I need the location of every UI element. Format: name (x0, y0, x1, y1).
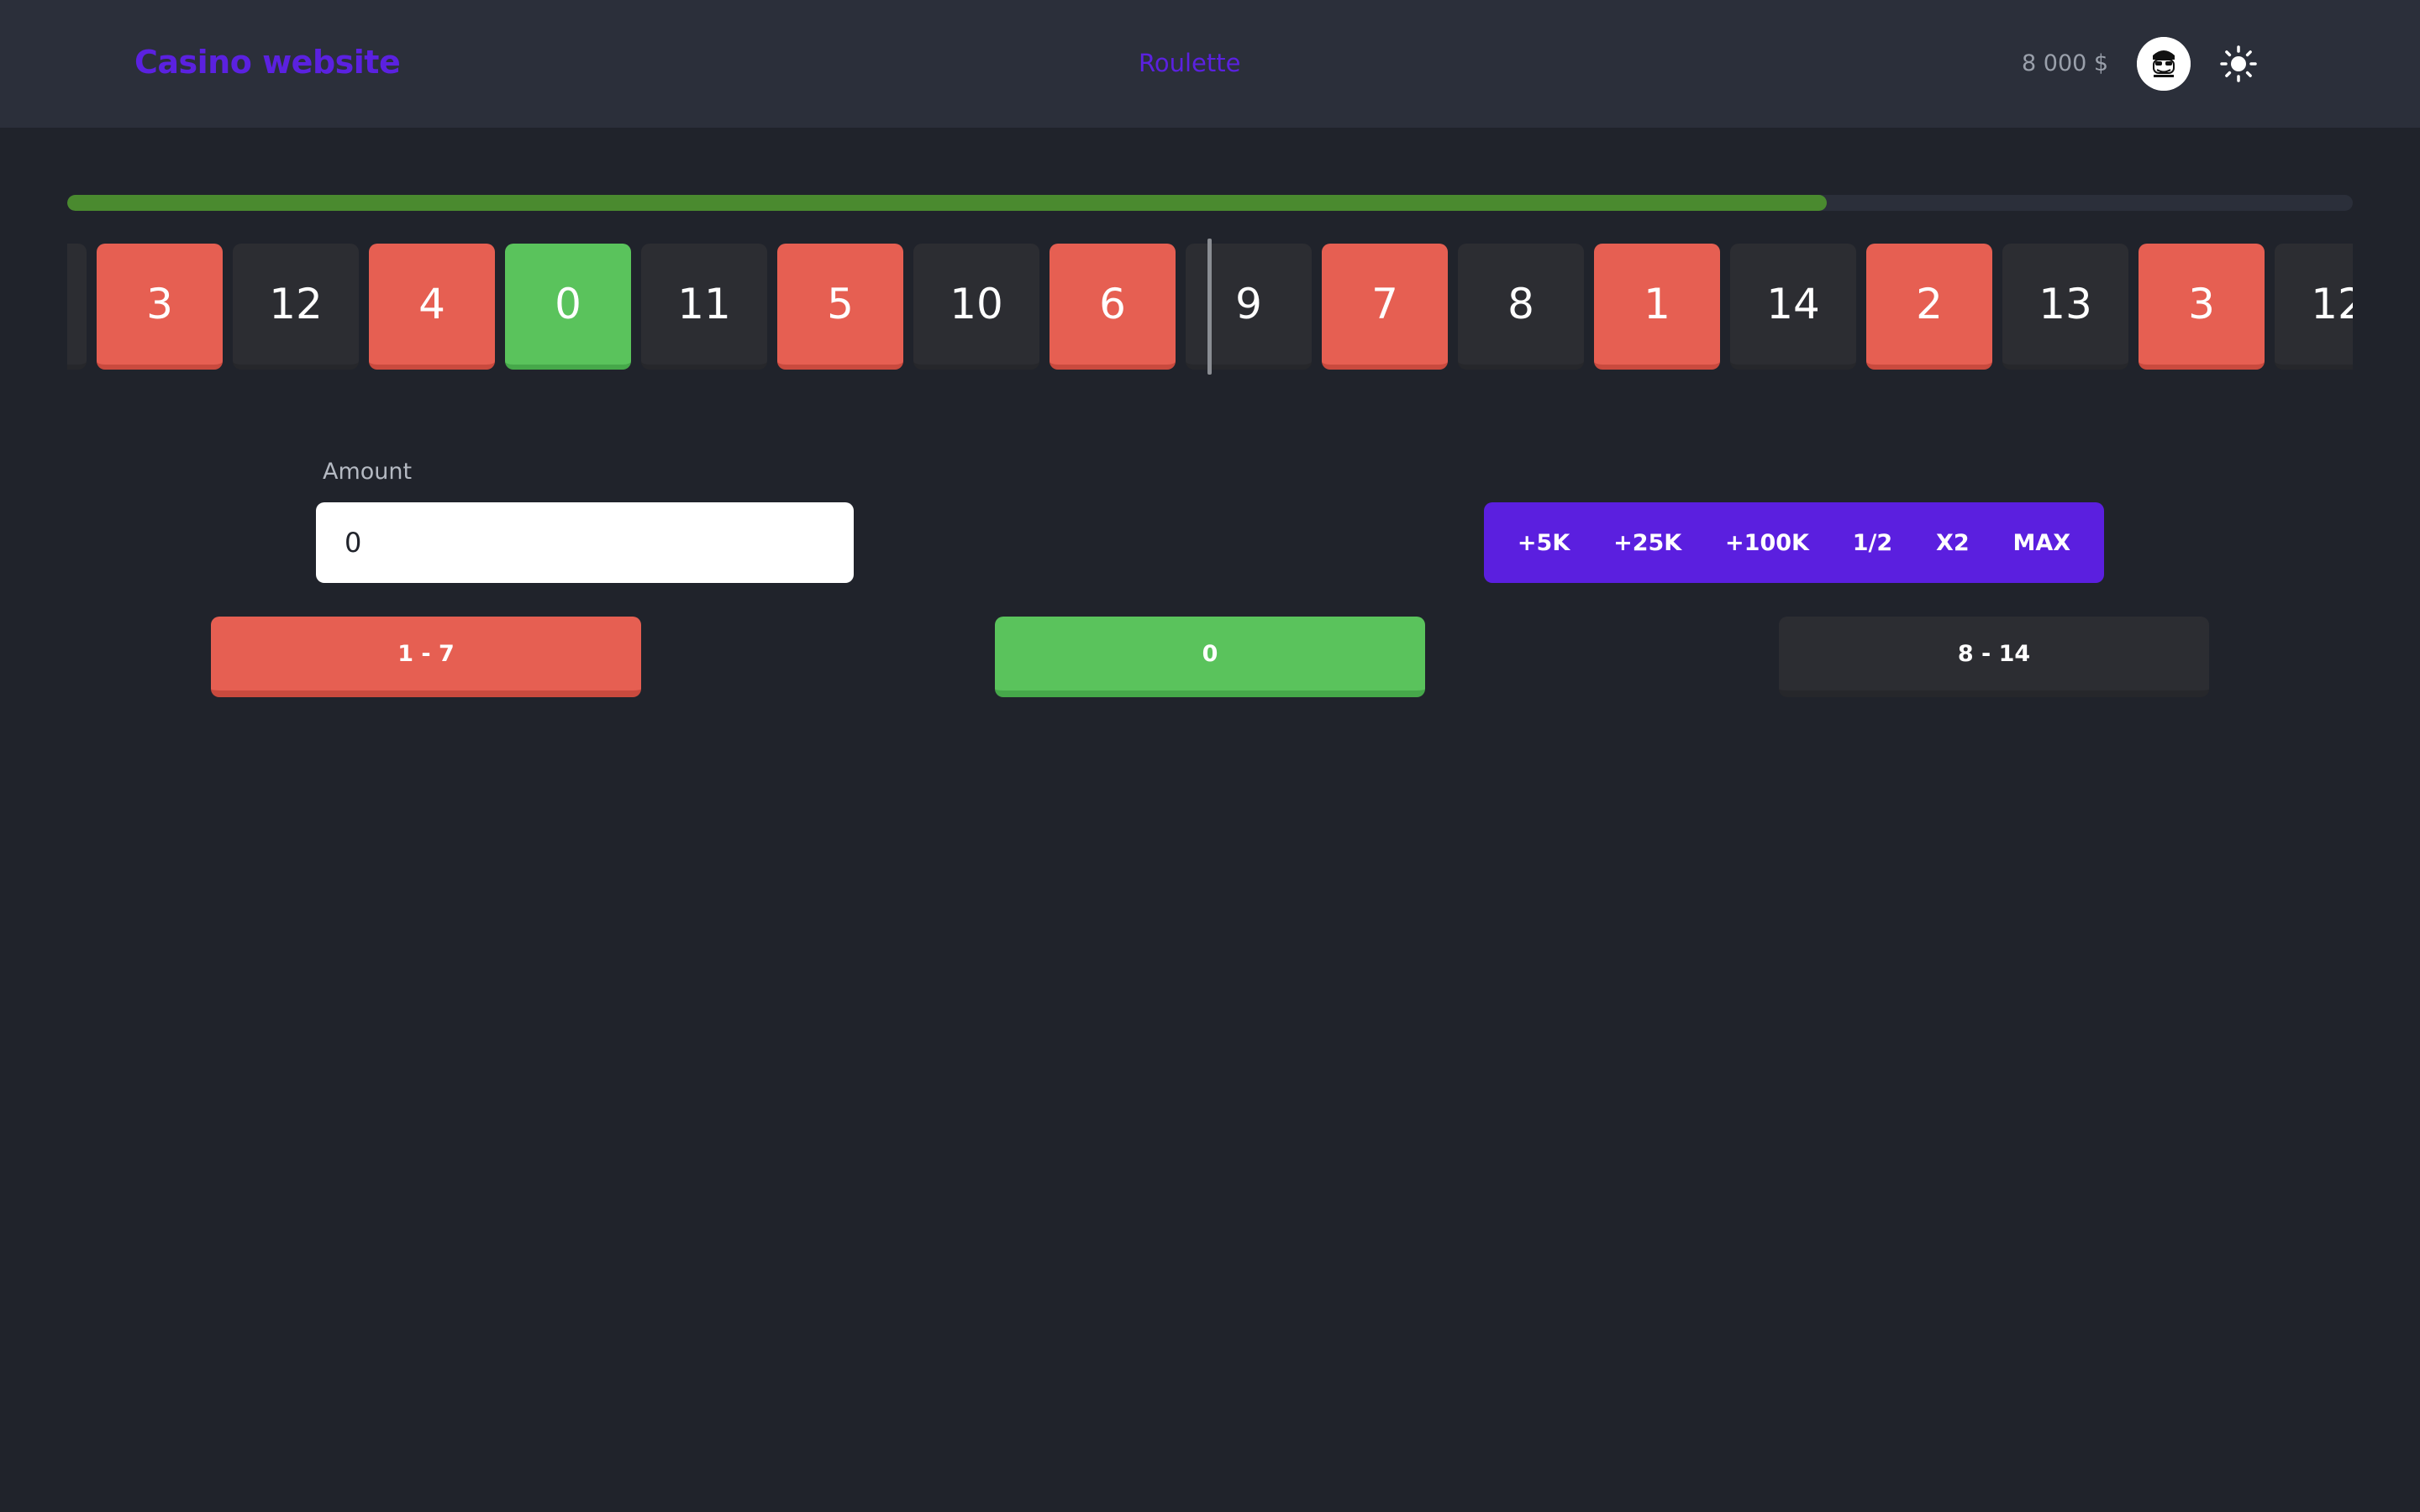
site-logo[interactable]: Casino website (134, 44, 401, 81)
roulette-tile: 0 (505, 244, 631, 370)
roulette-tile: 3 (2139, 244, 2265, 370)
roulette-tile: 13 (2002, 244, 2128, 370)
bet-black-button[interactable]: 8 - 14 (1779, 617, 2209, 697)
quick-amount-buttons: +5K +25K +100K 1/2 X2 MAX (1484, 502, 2104, 583)
add-5k-button[interactable]: +5K (1509, 522, 1578, 564)
avatar-icon (2137, 37, 2191, 91)
roulette-tile: 4 (369, 244, 495, 370)
spin-timer-progress (67, 195, 2353, 211)
roulette-tile: 12 (233, 244, 359, 370)
double-button[interactable]: X2 (1928, 522, 1978, 564)
balance-display: 8 000 $ (2022, 50, 2109, 76)
theme-toggle-button[interactable] (2218, 44, 2259, 84)
half-button[interactable]: 1/2 (1844, 522, 1901, 564)
top-navbar: Casino website Roulette 8 000 $ (0, 0, 2420, 128)
bet-red-button[interactable]: 1 - 7 (211, 617, 641, 697)
roulette-tile: 12 (2275, 244, 2353, 370)
bet-green-button[interactable]: 0 (995, 617, 1425, 697)
roulette-tile: 10 (913, 244, 1039, 370)
roulette-pointer (1207, 239, 1212, 375)
nav-link-roulette[interactable]: Roulette (1139, 49, 1240, 77)
add-100k-button[interactable]: +100K (1717, 522, 1818, 564)
roulette-tile: 8 (1458, 244, 1584, 370)
amount-label: Amount (323, 459, 413, 485)
avatar[interactable] (2137, 37, 2191, 91)
roulette-tile: 9 (1186, 244, 1312, 370)
roulette-tile: 5 (777, 244, 903, 370)
sun-icon (2220, 45, 2257, 82)
amount-input[interactable] (316, 502, 854, 583)
roulette-tile: 7 (1322, 244, 1448, 370)
roulette-tile: 6 (1050, 244, 1176, 370)
roulette-tile: 3 (97, 244, 223, 370)
max-button[interactable]: MAX (2004, 522, 2079, 564)
roulette-tile: 1 (1594, 244, 1720, 370)
roulette-tile: 11 (641, 244, 767, 370)
spin-timer-progress-fill (67, 195, 1828, 211)
add-25k-button[interactable]: +25K (1605, 522, 1690, 564)
roulette-tile: 14 (1730, 244, 1856, 370)
roulette-tile (67, 244, 87, 370)
roulette-tile: 2 (1866, 244, 1992, 370)
